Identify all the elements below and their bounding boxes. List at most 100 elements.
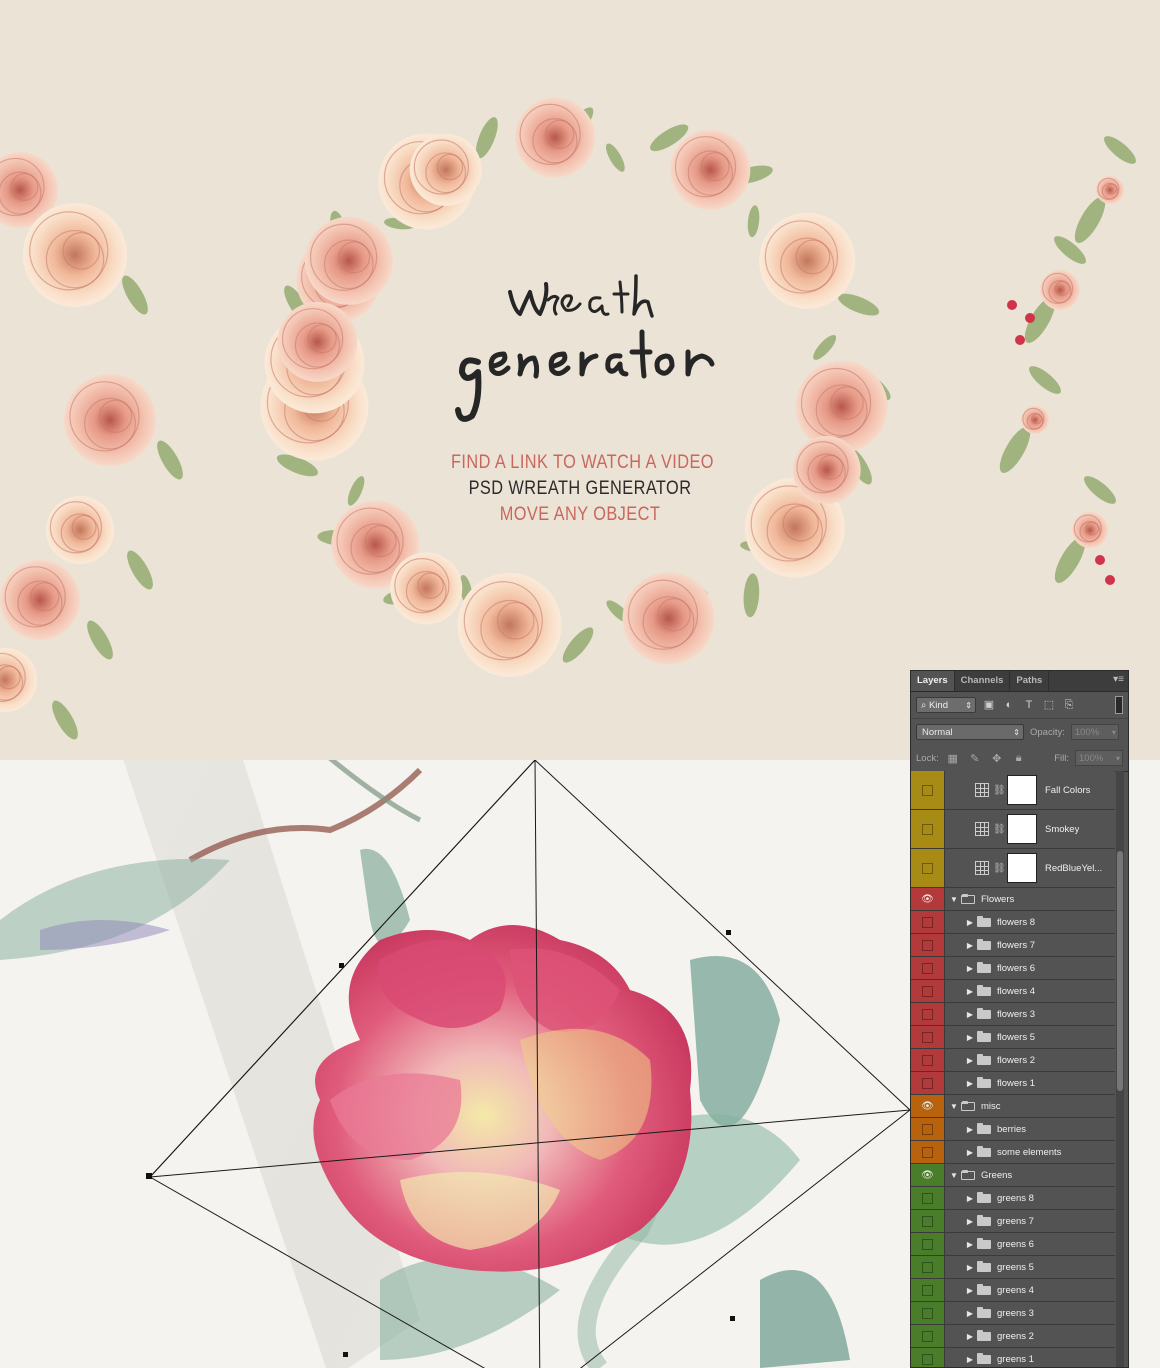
- smart-object-filter-icon[interactable]: ⎘: [1062, 698, 1076, 712]
- collapse-triangle-icon[interactable]: ▶: [965, 1217, 975, 1226]
- layer-mask-thumbnail[interactable]: [1007, 814, 1037, 844]
- visibility-toggle[interactable]: [911, 934, 945, 956]
- visibility-toggle[interactable]: [911, 1026, 945, 1048]
- fill-field[interactable]: 100% ▾: [1075, 750, 1123, 766]
- layer-row[interactable]: ▶ greens 2: [911, 1325, 1115, 1348]
- layer-row[interactable]: ▶ flowers 3: [911, 1003, 1115, 1026]
- lock-all-icon[interactable]: 🔒︎: [1011, 752, 1027, 765]
- layer-name[interactable]: flowers 2: [997, 1055, 1035, 1066]
- tab-channels[interactable]: Channels: [955, 671, 1011, 691]
- layer-name[interactable]: flowers 5: [997, 1032, 1035, 1043]
- layer-name[interactable]: greens 8: [997, 1193, 1034, 1204]
- layer-name[interactable]: greens 1: [997, 1354, 1034, 1365]
- collapse-triangle-icon[interactable]: ▶: [965, 1263, 975, 1272]
- visibility-toggle[interactable]: [911, 1049, 945, 1071]
- collapse-triangle-icon[interactable]: ▶: [965, 964, 975, 973]
- visibility-toggle[interactable]: [911, 1210, 945, 1232]
- collapse-triangle-icon[interactable]: ▶: [965, 1148, 975, 1157]
- adjustment-filter-icon[interactable]: ◐: [1002, 698, 1016, 712]
- layer-name[interactable]: RedBlueYel...: [1045, 863, 1102, 874]
- visibility-toggle[interactable]: [911, 1118, 945, 1140]
- layer-name[interactable]: misc: [981, 1101, 1001, 1112]
- lock-position-icon[interactable]: ✥: [989, 752, 1005, 765]
- layer-name[interactable]: flowers 6: [997, 963, 1035, 974]
- visibility-toggle[interactable]: 👁︎: [911, 1164, 945, 1186]
- collapse-triangle-icon[interactable]: ▶: [965, 1286, 975, 1295]
- visibility-toggle[interactable]: [911, 980, 945, 1002]
- layer-name[interactable]: flowers 1: [997, 1078, 1035, 1089]
- filter-kind-select[interactable]: ⌕ Kind ⇕: [916, 697, 976, 713]
- visibility-toggle[interactable]: [911, 1187, 945, 1209]
- link-icon[interactable]: ⛓: [993, 824, 1006, 835]
- layer-row[interactable]: ▶ greens 7: [911, 1210, 1115, 1233]
- layer-name[interactable]: some elements: [997, 1147, 1061, 1158]
- layer-row[interactable]: 👁︎ ▼ Flowers: [911, 888, 1115, 911]
- blend-mode-select[interactable]: Normal ⇕: [916, 724, 1024, 740]
- collapse-triangle-icon[interactable]: ▶: [965, 1033, 975, 1042]
- layer-row[interactable]: ⛓ Fall Colors: [911, 771, 1115, 810]
- layer-row[interactable]: ▶ flowers 5: [911, 1026, 1115, 1049]
- layer-name[interactable]: berries: [997, 1124, 1026, 1135]
- expand-triangle-icon[interactable]: ▼: [949, 895, 959, 904]
- layer-name[interactable]: Flowers: [981, 894, 1014, 905]
- tab-paths[interactable]: Paths: [1010, 671, 1050, 691]
- visibility-toggle[interactable]: [911, 810, 945, 848]
- collapse-triangle-icon[interactable]: ▶: [965, 918, 975, 927]
- layer-name[interactable]: Smokey: [1045, 824, 1079, 835]
- collapse-triangle-icon[interactable]: ▶: [965, 1332, 975, 1341]
- tab-layers[interactable]: Layers: [911, 671, 955, 691]
- visibility-toggle[interactable]: [911, 771, 945, 809]
- visibility-toggle[interactable]: [911, 1072, 945, 1094]
- visibility-toggle[interactable]: [911, 1003, 945, 1025]
- layer-name[interactable]: greens 6: [997, 1239, 1034, 1250]
- layer-row[interactable]: ⛓ RedBlueYel...: [911, 849, 1115, 888]
- visibility-toggle[interactable]: [911, 1348, 945, 1367]
- layer-name[interactable]: greens 7: [997, 1216, 1034, 1227]
- collapse-triangle-icon[interactable]: ▶: [965, 987, 975, 996]
- layer-row[interactable]: ▶ flowers 1: [911, 1072, 1115, 1095]
- layer-name[interactable]: Fall Colors: [1045, 785, 1090, 796]
- layer-name[interactable]: greens 3: [997, 1308, 1034, 1319]
- collapse-triangle-icon[interactable]: ▶: [965, 1010, 975, 1019]
- layer-row[interactable]: ▶ flowers 7: [911, 934, 1115, 957]
- layer-row[interactable]: ▶ greens 4: [911, 1279, 1115, 1302]
- collapse-triangle-icon[interactable]: ▶: [965, 1240, 975, 1249]
- layer-row[interactable]: 👁︎ ▼ Greens: [911, 1164, 1115, 1187]
- layer-row[interactable]: ▶ flowers 6: [911, 957, 1115, 980]
- visibility-toggle[interactable]: [911, 1279, 945, 1301]
- layer-row[interactable]: ▶ flowers 8: [911, 911, 1115, 934]
- layer-row[interactable]: ▶ berries: [911, 1118, 1115, 1141]
- link-icon[interactable]: ⛓: [993, 863, 1006, 874]
- visibility-toggle[interactable]: 👁︎: [911, 1095, 945, 1117]
- layer-name[interactable]: greens 4: [997, 1285, 1034, 1296]
- layer-row[interactable]: ▶ greens 5: [911, 1256, 1115, 1279]
- layer-name[interactable]: greens 5: [997, 1262, 1034, 1273]
- collapse-triangle-icon[interactable]: ▶: [965, 1056, 975, 1065]
- visibility-toggle[interactable]: [911, 911, 945, 933]
- lock-transparency-icon[interactable]: ▦: [945, 752, 961, 765]
- visibility-toggle[interactable]: [911, 1325, 945, 1347]
- lock-pixels-icon[interactable]: ✎: [967, 752, 983, 765]
- visibility-toggle[interactable]: [911, 1302, 945, 1324]
- layer-name[interactable]: flowers 3: [997, 1009, 1035, 1020]
- visibility-toggle[interactable]: [911, 1141, 945, 1163]
- filter-toggle[interactable]: [1115, 696, 1123, 714]
- layer-row[interactable]: ▶ greens 6: [911, 1233, 1115, 1256]
- layer-list-scrollbar[interactable]: [1116, 771, 1124, 1367]
- layer-name[interactable]: greens 2: [997, 1331, 1034, 1342]
- visibility-toggle[interactable]: [911, 1233, 945, 1255]
- pixel-filter-icon[interactable]: ▣: [982, 698, 996, 712]
- layer-mask-thumbnail[interactable]: [1007, 775, 1037, 805]
- visibility-toggle[interactable]: [911, 849, 945, 887]
- panel-menu-icon[interactable]: ▾≡: [1113, 674, 1124, 685]
- visibility-toggle[interactable]: [911, 957, 945, 979]
- shape-filter-icon[interactable]: ⬚: [1042, 698, 1056, 712]
- layer-mask-thumbnail[interactable]: [1007, 853, 1037, 883]
- layer-row[interactable]: ▶ flowers 4: [911, 980, 1115, 1003]
- opacity-field[interactable]: 100% ▾: [1070, 724, 1119, 740]
- collapse-triangle-icon[interactable]: ▶: [965, 1125, 975, 1134]
- layer-name[interactable]: flowers 8: [997, 917, 1035, 928]
- layer-row[interactable]: ▶ some elements: [911, 1141, 1115, 1164]
- collapse-triangle-icon[interactable]: ▶: [965, 1194, 975, 1203]
- scrollbar-thumb[interactable]: [1117, 851, 1123, 1091]
